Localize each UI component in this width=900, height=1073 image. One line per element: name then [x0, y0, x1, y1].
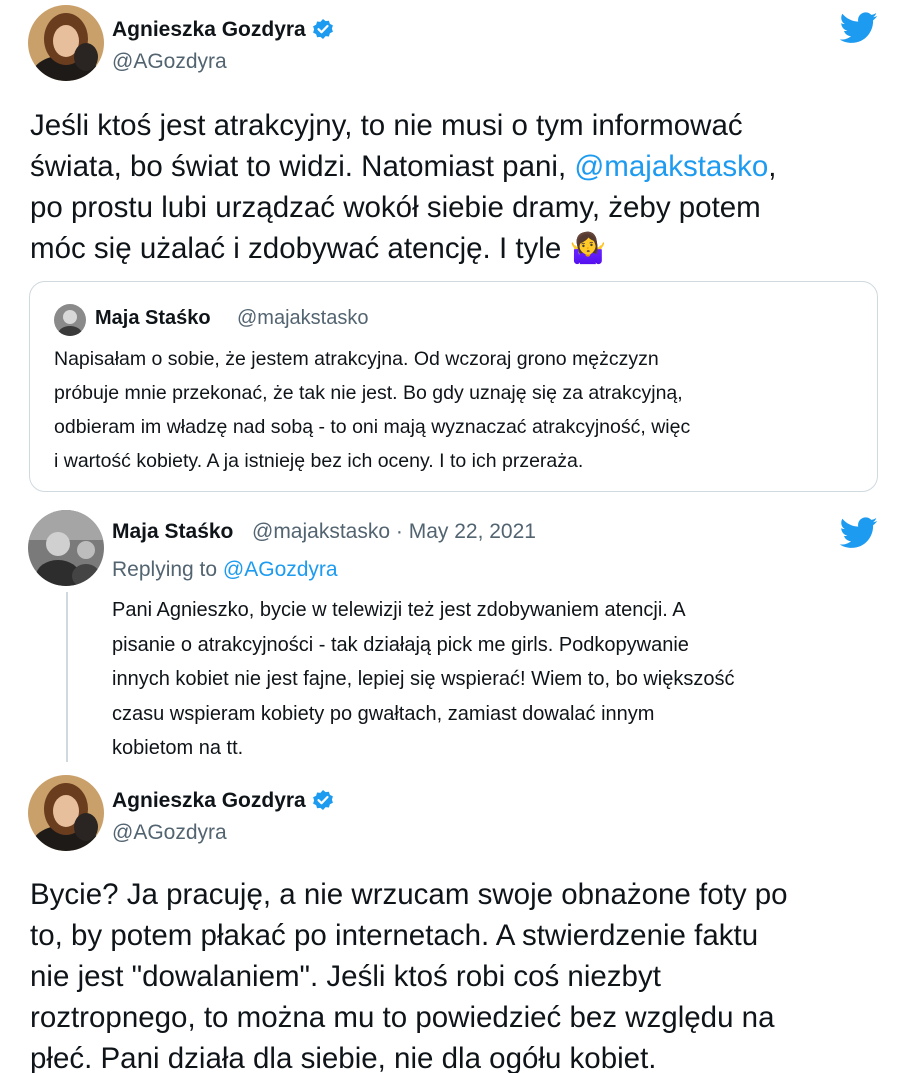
author-handle[interactable]: @AGozdyra [112, 821, 227, 845]
tweet-text: Bycie? Ja pracuję, a nie wrzucam swoje o… [30, 874, 788, 1073]
verified-badge-icon [312, 18, 334, 46]
quoted-author-avatar [54, 304, 86, 336]
reply-author-name[interactable]: Maja Staśko [112, 520, 233, 544]
tweet-text-line: Jeśli ktoś jest atrakcyjny, to nie musi … [30, 109, 743, 142]
replying-to-link[interactable]: @AGozdyra [223, 558, 338, 581]
twitter-bird-icon[interactable] [839, 517, 878, 554]
verified-badge-icon [312, 789, 334, 817]
quoted-text-line: odbieram im władzę nad sobą - to oni maj… [54, 416, 691, 438]
thread-connector-line [66, 592, 68, 762]
shrug-emoji: 🤷‍♀️ [569, 232, 607, 265]
quoted-text-line: Napisałam o sobie, że jestem atrakcyjna.… [54, 348, 659, 370]
quoted-author-name: Maja Staśko [95, 307, 211, 329]
reply-text-line: kobietom na tt. [112, 737, 244, 759]
tweet-text-line: to, by potem płakać po internetach. A st… [30, 919, 759, 952]
tweet-text-line: płeć. Pani działa dla siebie, nie dla og… [30, 1042, 657, 1073]
tweet-text-line: nie jest "dowalaniem". Jeśli ktoś robi c… [30, 960, 661, 993]
reply-text-line: czasu wspieram kobiety po gwałtach, zami… [112, 702, 655, 725]
tweet-text-line: roztropnego, to można mu to powiedzieć b… [30, 1001, 775, 1034]
reply-text-line: pisanie o atrakcyjności - tak działają p… [112, 633, 689, 656]
tweet-text-line: móc się użalać i zdobywać atencję. I tyl… [30, 232, 607, 265]
quoted-text-line: próbuje mnie przekonać, że tak nie jest.… [54, 382, 683, 404]
tweet-text-line: świata, bo świat to widzi. Natomiast pan… [30, 150, 777, 183]
mention-link[interactable]: @majakstasko [574, 150, 768, 183]
twitter-bird-icon[interactable] [839, 12, 878, 49]
quoted-tweet-card[interactable]: Maja Staśko @majakstasko Napisałam o sob… [29, 281, 878, 492]
meta-separator: · [395, 520, 403, 543]
reply-text-line: innych kobiet nie jest fajne, lepiej się… [112, 668, 735, 690]
reply-tweet-text: Pani Agnieszko, bycie w telewizji też je… [112, 593, 735, 766]
reply-author-avatar[interactable] [28, 510, 104, 586]
quoted-text-line: i wartość kobiety. A ja istnieję bez ich… [54, 450, 584, 472]
tweet-date[interactable]: May 22, 2021 [409, 520, 536, 543]
author-handle[interactable]: @AGozdyra [112, 50, 227, 74]
tweet-text: Jeśli ktoś jest atrakcyjny, to nie musi … [30, 105, 776, 269]
quoted-author-handle: @majakstasko [237, 307, 369, 329]
replying-to: Replying to @AGozdyra [112, 558, 338, 581]
tweet-text-line: po prostu lubi urządzać wokół siebie dra… [30, 191, 761, 224]
reply-author-handle[interactable]: @majakstasko [252, 520, 390, 543]
quoted-tweet-text: Napisałam o sobie, że jestem atrakcyjna.… [54, 342, 690, 478]
reply-meta: @majakstasko · May 22, 2021 [252, 520, 536, 544]
reply-text-line: Pani Agnieszko, bycie w telewizji też je… [112, 599, 686, 621]
tweet-text-line: Bycie? Ja pracuję, a nie wrzucam swoje o… [30, 878, 788, 911]
author-name[interactable]: Agnieszka Gozdyra [112, 789, 334, 817]
author-name[interactable]: Agnieszka Gozdyra [112, 18, 334, 46]
author-avatar[interactable] [28, 775, 104, 851]
author-avatar[interactable] [28, 5, 104, 81]
